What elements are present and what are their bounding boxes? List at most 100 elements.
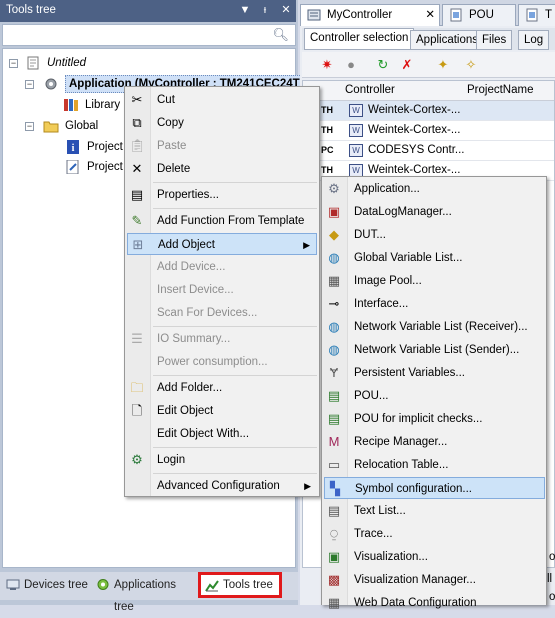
library-icon [64,99,78,111]
pou-icon [450,8,462,22]
menu-item-label: Global Variable List... [354,252,463,264]
pane-title: Tools tree [6,4,56,16]
menu-item-paste[interactable]: 📋︎ Paste [127,135,317,157]
menu-item-label: Add Object [158,239,215,251]
tools-chart-icon [205,580,219,592]
table-row[interactable]: PC W CODESYS Contr... [303,141,554,161]
collapse-icon[interactable]: − [25,80,34,89]
submenu-item-interface[interactable]: ⊸ Interface... [324,293,545,315]
menu-item-properties[interactable]: ▤ Properties... [127,184,317,206]
submenu-item-symbol-configuration[interactable]: ▚ Symbol configuration... [324,477,545,499]
menu-item-label: Text List... [354,505,406,517]
menu-item-label: Edit Object [157,405,214,417]
submenu-item-relocation-table[interactable]: ▭ Relocation Table... [324,454,545,476]
menu-item-delete[interactable]: ✕ Delete [127,158,317,180]
tab-tools-tree[interactable]: Tools tree [198,572,282,598]
menu-separator [153,447,317,448]
menu-item-edit-object-with[interactable]: Edit Object With... [127,423,317,445]
menu-item-copy[interactable]: ⧉ Copy [127,112,317,134]
controller-name: CODESYS Contr... [368,144,465,156]
submenu-item-image-pool[interactable]: ▦ Image Pool... [324,270,545,292]
submenu-item-pou[interactable]: ▤ POU... [324,385,545,407]
submenu-item-application[interactable]: ⚙ Application... [324,178,545,200]
menu-item-power-consumption[interactable]: Power consumption... [127,351,317,373]
menu-item-add-folder[interactable]: 🗀 Add Folder... [127,377,317,399]
tab-mycontroller[interactable]: MyController ✕ [300,4,440,26]
menu-item-label: Properties... [157,189,219,201]
clipped-text: o [549,591,555,603]
menu-separator [153,208,317,209]
tab-pou[interactable]: POU [442,4,516,26]
delete-icon: ✕ [131,161,143,176]
tab-files[interactable]: Files [476,30,513,50]
submenu-item-global-variable-list[interactable]: ◍ Global Variable List... [324,247,545,269]
pin-icon[interactable]: ᵻ [258,3,272,17]
image-pool-icon: ▦ [327,273,341,288]
wink-icon[interactable]: ✧ [462,56,480,74]
column-controller[interactable]: Controller [345,84,395,96]
submenu-item-network-variable-list-receiver[interactable]: ◍ Network Variable List (Receiver)... [324,316,545,338]
menu-item-add-device[interactable]: Add Device... [127,256,317,278]
menu-item-label: Delete [157,163,191,175]
tree-item-untitled[interactable]: − Untitled [9,53,289,73]
paste-icon: 📋︎ [129,138,146,153]
tab-controller-selection[interactable]: Controller selection [304,28,415,50]
submenu-item-pou-for-implicit-checks[interactable]: ▤ POU for implicit checks... [324,408,545,430]
collapse-icon[interactable]: − [9,59,18,68]
menu-item-advanced-configuration[interactable]: Advanced Configuration ▶ [127,475,317,497]
folder-icon [43,121,59,133]
remove-icon[interactable]: ✗ [398,56,416,74]
login-icon: ⚙ [131,452,143,467]
tab-log[interactable]: Log [518,30,550,50]
menu-item-label: Persistent Variables... [354,367,466,379]
menu-item-cut[interactable]: ✂ Cut [127,89,317,111]
menu-item-insert-device[interactable]: Insert Device... [127,279,317,301]
menu-item-label: Paste [157,140,187,152]
tree-item-global[interactable]: − Global [25,116,125,136]
tree-item-label: Global [65,120,99,132]
submenu-item-recipe-manager[interactable]: M Recipe Manager... [324,431,545,453]
column-projectname[interactable]: ProjectName [467,84,533,96]
close-icon[interactable]: ✕ [279,3,293,17]
submenu-item-visualization-manager[interactable]: ▩ Visualization Manager... [324,569,545,591]
menu-item-label: Recipe Manager... [354,436,448,448]
controller-icon [307,9,321,21]
collapse-icon[interactable]: − [25,122,34,131]
submenu-item-web-data-configuration[interactable]: ▦ Web Data Configuration [324,592,545,614]
tab-applications[interactable]: Applications [410,30,485,50]
submenu-item-dut[interactable]: ◆ DUT... [324,224,545,246]
navigator-tabs: Devices tree Applications tree Tools tre… [0,572,298,613]
tree-search-field[interactable]: 🔍︎ [2,24,296,46]
text-list-icon: ▤ [327,503,341,518]
submenu-item-persistent-variables[interactable]: Ɏ Persistent Variables... [324,362,545,384]
tree-item-label: Project [87,161,123,173]
submenu-item-trace[interactable]: ⍜ Trace... [324,523,545,545]
menu-separator [153,375,317,376]
menu-item-login[interactable]: ⚙ Login [127,449,317,471]
table-row[interactable]: TH W Weintek-Cortex-... [303,101,554,121]
submenu-item-visualization[interactable]: ▣ Visualization... [324,546,545,568]
persistent-icon: Ɏ [329,365,339,380]
scan-network-icon[interactable]: ✷ [318,56,336,74]
menu-item-io-summary[interactable]: ☰ IO Summary... [127,328,317,350]
tab-devices-tree[interactable]: Devices tree [2,574,90,596]
process-icon[interactable]: ✦ [434,56,452,74]
context-menu: ✂ Cut ⧉ Copy 📋︎ Paste ✕ Delete ▤ Propert… [124,86,320,497]
menu-item-add-object[interactable]: ⊞ Add Object ▶ [127,233,317,255]
stop-scan-icon[interactable]: ● [342,56,360,74]
add-object-submenu: ⚙ Application... ▣ DataLogManager... ◆ D… [321,176,547,610]
menu-item-add-function-from-template[interactable]: ✎ Add Function From Template [127,210,317,232]
submenu-item-network-variable-list-sender[interactable]: ◍ Network Variable List (Sender)... [324,339,545,361]
tab-truncated[interactable]: T [518,4,555,26]
table-row[interactable]: TH W Weintek-Cortex-... [303,121,554,141]
pane-menu-dropdown-icon[interactable]: ▼ [238,3,252,17]
tab-applications-tree[interactable]: Applications tree [92,574,198,613]
close-tab-icon[interactable]: ✕ [425,5,435,25]
submenu-item-datalogmanager[interactable]: ▣ DataLogManager... [324,201,545,223]
menu-item-scan-for-devices[interactable]: Scan For Devices... [127,302,317,324]
menu-item-edit-object[interactable]: 🗋 Edit Object [127,400,317,422]
controller-icon: W [349,144,363,157]
refresh-icon[interactable]: ↻ [374,56,392,74]
submenu-item-text-list[interactable]: ▤ Text List... [324,500,545,522]
search-icon[interactable]: 🔍︎ [272,27,289,43]
